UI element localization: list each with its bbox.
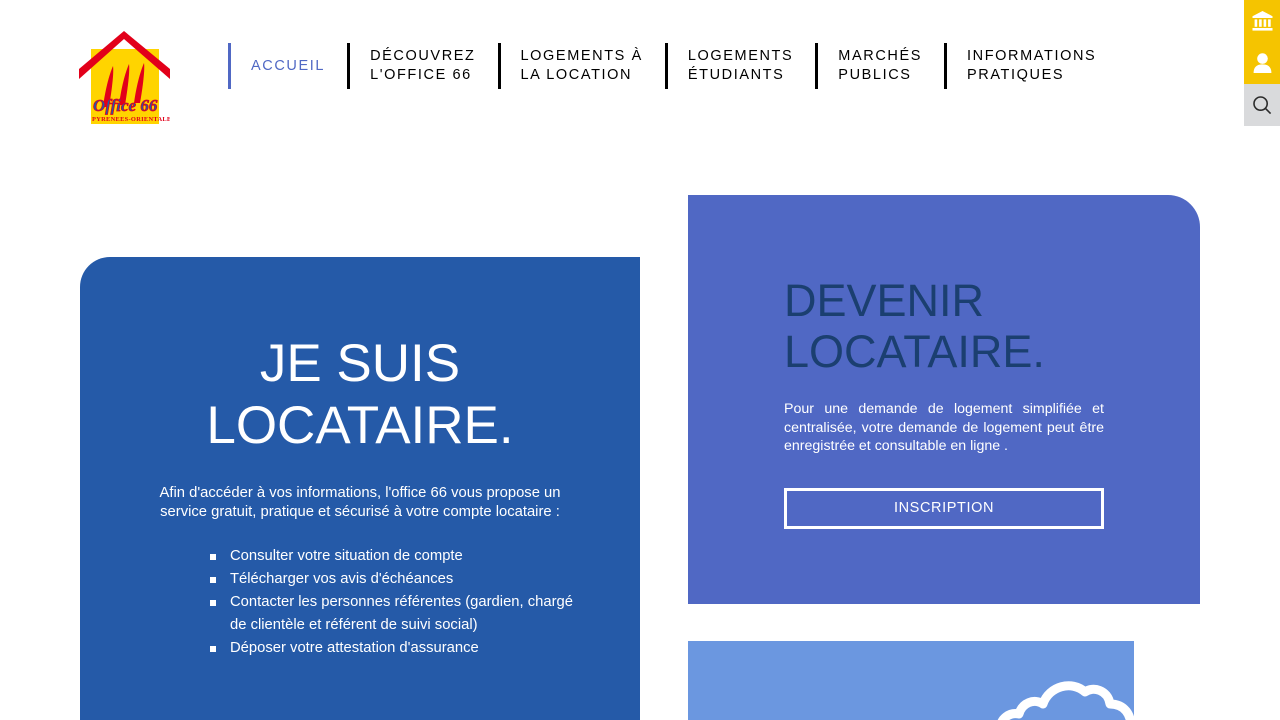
user-icon [1253,53,1271,73]
cloud-panel [688,641,1134,720]
locataire-benefits-list: Consulter votre situation de compte Télé… [210,545,582,660]
nav-item-label: DÉCOUVREZ L'OFFICE 66 [370,48,476,83]
nav-item-accueil[interactable]: ACCUEIL [228,43,347,89]
main-navigation: ACCUEIL DÉCOUVREZ L'OFFICE 66 LOGEMENTS … [228,38,1118,94]
cloud-icon [997,681,1134,720]
card-intro-text: Afin d'accéder à vos informations, l'off… [159,485,561,520]
svg-text:PYRENEES-ORIENTALES: PYRENEES-ORIENTALES [92,116,170,123]
nav-item-label: ACCUEIL [251,57,326,74]
svg-text:Office 66: Office 66 [93,96,158,115]
nav-item-label: LOGEMENTS ÉTUDIANTS [687,48,794,83]
nav-item-label: MARCHÉS PUBLICS [838,48,923,83]
nav-item-label: LOGEMENTS À LA LOCATION [520,48,643,83]
devenir-locataire-card: DEVENIR LOCATAIRE. Pour une demande de l… [688,195,1200,604]
nav-item-label: INFORMATIONS PRATIQUES [967,48,1097,83]
utility-icon-rail [1244,0,1280,126]
nav-item-marches-publics[interactable]: MARCHÉS PUBLICS [815,43,944,89]
card-title: JE SUIS LOCATAIRE. [206,334,514,455]
user-account-button[interactable] [1244,42,1280,84]
office-66-logo[interactable]: Office 66 PYRENEES-ORIENTALES [79,31,170,124]
list-item: Consulter votre situation de compte [210,545,582,568]
search-icon [1253,96,1272,115]
search-button[interactable] [1244,84,1280,126]
je-suis-locataire-card: JE SUIS LOCATAIRE. Afin d'accéder à vos … [80,257,640,720]
card-title: DEVENIR LOCATAIRE. [784,275,1045,377]
card-body-text: Pour une demande de logement simplifiée … [784,401,1104,455]
nav-item-decouvrez-loffice-66[interactable]: DÉCOUVREZ L'OFFICE 66 [347,43,497,89]
nav-item-logements-etudiants[interactable]: LOGEMENTS ÉTUDIANTS [664,43,815,89]
logo-artwork: Office 66 PYRENEES-ORIENTALES [79,31,170,123]
bank-button[interactable] [1244,0,1280,42]
list-item: Déposer votre attestation d'assurance [210,637,582,660]
nav-item-logements-a-la-location[interactable]: LOGEMENTS À LA LOCATION [497,43,665,89]
bank-icon [1252,11,1272,31]
list-item: Télécharger vos avis d'échéances [210,568,582,591]
page-root: Office 66 PYRENEES-ORIENTALES ACCUEIL DÉ… [0,0,1280,720]
list-item: Contacter les personnes référentes (gard… [210,591,582,637]
inscription-button[interactable]: INSCRIPTION [784,487,1104,529]
site-header: Office 66 PYRENEES-ORIENTALES ACCUEIL DÉ… [0,0,1280,142]
nav-item-informations-pratiques[interactable]: INFORMATIONS PRATIQUES [944,43,1118,89]
